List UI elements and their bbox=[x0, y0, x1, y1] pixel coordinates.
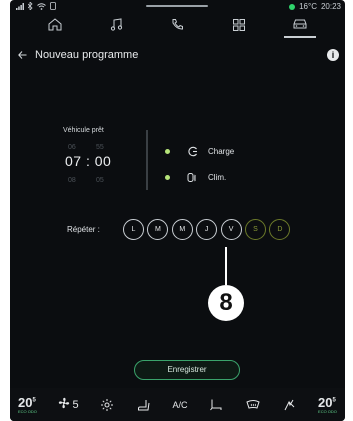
wifi-icon bbox=[37, 2, 46, 12]
seat-heat-icon[interactable] bbox=[136, 397, 152, 413]
nav-apps[interactable] bbox=[223, 16, 255, 38]
callout-number: 8 bbox=[208, 285, 244, 321]
save-button[interactable]: Enregistrer bbox=[134, 360, 240, 380]
car-icon bbox=[292, 17, 308, 35]
hour-selected[interactable]: 07 bbox=[65, 153, 82, 169]
repeat-days: L M M J V S D bbox=[123, 219, 291, 240]
status-bar: 16°C 20:23 bbox=[10, 0, 345, 14]
apps-icon bbox=[232, 18, 245, 36]
info-icon[interactable]: i bbox=[327, 49, 339, 61]
minute-next[interactable]: 05 bbox=[96, 177, 104, 184]
day-saturday[interactable]: S bbox=[244, 219, 266, 240]
fan-speed[interactable]: 5 bbox=[58, 397, 79, 412]
clock: 20:23 bbox=[320, 2, 341, 11]
day-wednesday[interactable]: M bbox=[171, 219, 193, 240]
infotainment-screen: 16°C 20:23 Nouveau programme i Véhicule … bbox=[10, 0, 345, 421]
driver-temp-value: 20 bbox=[18, 394, 33, 410]
driver-temp-sub: ECO ODO bbox=[18, 408, 37, 414]
signal-icon bbox=[16, 2, 24, 12]
phone-icon bbox=[171, 18, 184, 36]
top-navigation bbox=[10, 14, 345, 40]
bluetooth-icon bbox=[27, 1, 33, 12]
passenger-temp-sub: ECO ODO bbox=[318, 408, 337, 414]
day-tuesday[interactable]: M bbox=[147, 219, 169, 240]
phone-status-icon bbox=[50, 2, 56, 12]
passenger-temperature[interactable]: 205 ECO ODO bbox=[318, 396, 337, 414]
music-icon bbox=[110, 18, 123, 36]
page-title: Nouveau programme bbox=[35, 49, 139, 61]
outside-temperature: 16°C bbox=[299, 2, 317, 11]
option-climate[interactable]: Clim. bbox=[165, 171, 226, 183]
fan-mode-icon[interactable] bbox=[99, 397, 115, 413]
driver-temperature[interactable]: 205 ECO ODO bbox=[18, 396, 37, 414]
nav-phone[interactable] bbox=[161, 16, 193, 38]
day-sunday[interactable]: D bbox=[269, 219, 291, 240]
option-status-dot bbox=[165, 174, 170, 180]
driver-temp-unit: 5 bbox=[32, 397, 36, 404]
hour-previous[interactable]: 06 bbox=[68, 144, 76, 151]
notification-handle[interactable] bbox=[146, 5, 208, 7]
passenger-temp-value: 20 bbox=[318, 394, 333, 410]
option-climate-label: Clim. bbox=[208, 172, 227, 182]
minute-previous[interactable]: 55 bbox=[96, 144, 104, 151]
day-monday[interactable]: L bbox=[123, 219, 144, 240]
back-arrow-icon[interactable] bbox=[18, 48, 27, 62]
nav-vehicle[interactable] bbox=[284, 16, 317, 38]
option-charge[interactable]: Charge bbox=[165, 145, 234, 157]
passenger-fan-icon[interactable] bbox=[281, 397, 297, 413]
callout-line bbox=[225, 247, 227, 285]
windshield-defrost-icon[interactable] bbox=[245, 397, 261, 413]
repeat-label: Répéter : bbox=[67, 225, 100, 234]
charge-icon bbox=[186, 145, 198, 157]
fan-icon bbox=[58, 397, 70, 412]
status-info-right: 16°C 20:23 bbox=[289, 2, 341, 11]
fan-level: 5 bbox=[72, 398, 79, 411]
nav-home[interactable] bbox=[39, 16, 71, 38]
minute-selected[interactable]: 00 bbox=[95, 153, 112, 169]
ac-button[interactable]: A/C bbox=[173, 400, 188, 410]
time-picker: 07 : 00 bbox=[65, 153, 111, 169]
option-status-dot bbox=[165, 148, 170, 154]
online-status-icon bbox=[289, 3, 296, 10]
option-charge-label: Charge bbox=[208, 146, 235, 156]
nav-music[interactable] bbox=[100, 16, 132, 38]
day-thursday[interactable]: J bbox=[196, 219, 218, 240]
climate-icon bbox=[186, 171, 198, 183]
vehicle-ready-label: Véhicule prêt bbox=[63, 127, 104, 134]
section-divider bbox=[146, 130, 148, 190]
seat-recline-icon[interactable] bbox=[208, 397, 224, 413]
time-separator: : bbox=[85, 153, 91, 169]
page-header: Nouveau programme i bbox=[10, 42, 345, 68]
home-icon bbox=[48, 18, 62, 36]
climate-bar: 205 ECO ODO 5 A/C 205 ECO ODO bbox=[10, 388, 345, 421]
passenger-temp-unit: 5 bbox=[332, 397, 336, 404]
status-icons-left bbox=[16, 1, 56, 12]
day-friday[interactable]: V bbox=[220, 219, 242, 240]
hour-next[interactable]: 08 bbox=[68, 177, 76, 184]
